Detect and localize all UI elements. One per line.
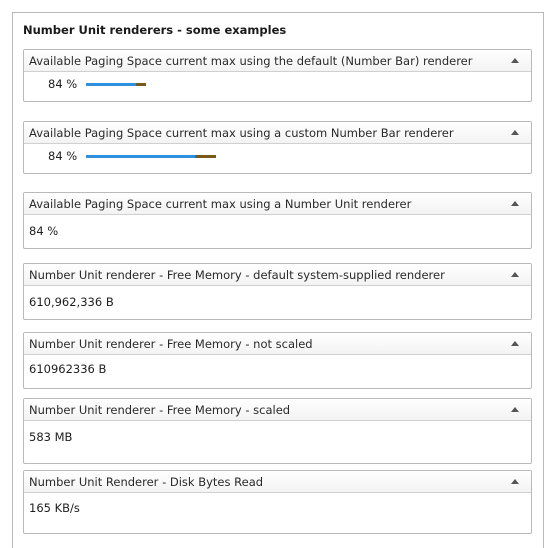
panel-value: 610962336 B [29, 362, 107, 376]
panel-paging-custom-bar: Available Paging Space current max using… [23, 121, 532, 174]
bar-value: 84 % [48, 149, 78, 163]
panel-header[interactable]: Available Paging Space current max using… [24, 122, 531, 144]
chevron-up-icon[interactable] [511, 58, 519, 63]
bar-remainder [195, 154, 216, 158]
panel-body: 84 % [24, 215, 531, 248]
panel-body: 165 KB/s [24, 493, 531, 533]
panel-disk-bytes-read: Number Unit Renderer - Disk Bytes Read 1… [23, 470, 532, 534]
panel-body: 610962336 B [24, 355, 531, 388]
panel-free-memory-scaled: Number Unit renderer - Free Memory - sca… [23, 398, 532, 464]
panel-title: Number Unit renderer - Free Memory - def… [29, 268, 445, 282]
chevron-up-icon[interactable] [511, 130, 519, 135]
bar-track [86, 82, 146, 86]
panel-body: 583 MB [24, 421, 531, 463]
chevron-up-icon[interactable] [511, 341, 519, 346]
panel-title: Number Unit Renderer - Disk Bytes Read [29, 475, 264, 489]
bar-track [86, 154, 216, 158]
panel-body: 84 % [24, 144, 531, 173]
panel-value: 583 MB [29, 430, 73, 444]
panel-header[interactable]: Number Unit renderer - Free Memory - def… [24, 264, 531, 286]
page-title: Number Unit renderers - some examples [23, 23, 287, 37]
panel-free-memory-default: Number Unit renderer - Free Memory - def… [23, 263, 532, 320]
chevron-up-icon[interactable] [511, 272, 519, 277]
panel-title: Available Paging Space current max using… [29, 197, 412, 211]
panel-header[interactable]: Available Paging Space current max using… [24, 193, 531, 215]
panel-header[interactable]: Number Unit renderer - Free Memory - not… [24, 333, 531, 355]
panel-value: 610,962,336 B [29, 295, 114, 309]
panel-header[interactable]: Available Paging Space current max using… [24, 50, 531, 72]
panel-title: Available Paging Space current max using… [29, 54, 473, 68]
bar-value: 84 % [48, 77, 78, 91]
panel-free-memory-not-scaled: Number Unit renderer - Free Memory - not… [23, 332, 532, 389]
panel-title: Number Unit renderer - Free Memory - not… [29, 337, 313, 351]
chevron-up-icon[interactable] [511, 479, 519, 484]
bar-remainder [136, 82, 146, 86]
dashboard-container: Number Unit renderers - some examples Av… [12, 12, 544, 548]
panel-value: 84 % [29, 224, 59, 238]
panel-title: Number Unit renderer - Free Memory - sca… [29, 403, 291, 417]
panel-body: 84 % [24, 72, 531, 101]
number-bar: 84 % [48, 77, 146, 91]
bar-fill [86, 82, 136, 86]
panel-header[interactable]: Number Unit renderer - Free Memory - sca… [24, 399, 531, 421]
panel-paging-default-bar: Available Paging Space current max using… [23, 49, 532, 102]
chevron-up-icon[interactable] [511, 201, 519, 206]
panel-header[interactable]: Number Unit Renderer - Disk Bytes Read [24, 471, 531, 493]
panel-paging-number-unit: Available Paging Space current max using… [23, 192, 532, 249]
number-bar: 84 % [48, 149, 216, 163]
bar-fill [86, 154, 195, 158]
panel-title: Available Paging Space current max using… [29, 126, 454, 140]
panel-body: 610,962,336 B [24, 286, 531, 319]
chevron-up-icon[interactable] [511, 407, 519, 412]
panel-value: 165 KB/s [29, 501, 80, 515]
